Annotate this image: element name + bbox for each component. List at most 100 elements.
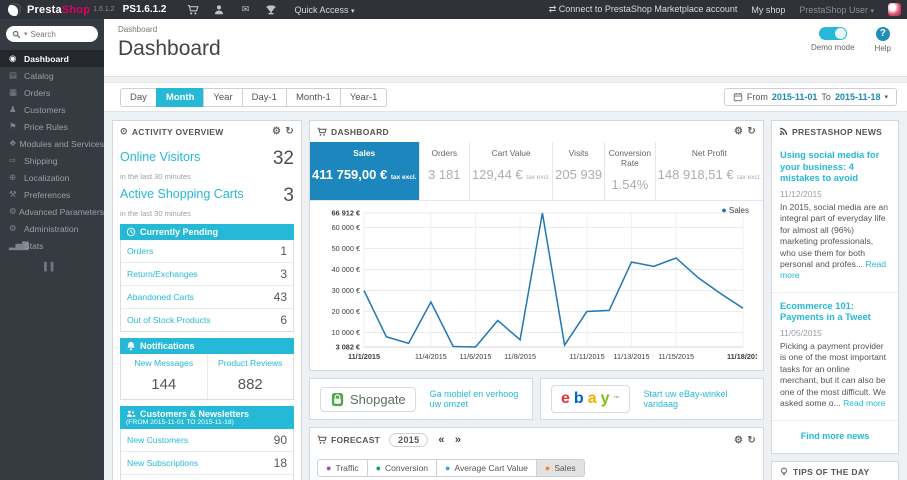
sidebar-item-orders[interactable]: ▦ Orders (0, 84, 104, 101)
sidebar: ▾ ◉Dashboard ▤Catalog ▦Orders ♟Customers… (0, 19, 104, 480)
refresh-icon[interactable]: ↻ (747, 126, 756, 137)
svg-text:11/4/2015: 11/4/2015 (415, 352, 447, 361)
active-carts-link[interactable]: Active Shopping Carts (120, 187, 244, 201)
breadcrumb[interactable]: Dashboard (118, 25, 907, 34)
marketplace-link[interactable]: ⇄ Connect to PrestaShop Marketplace acco… (549, 4, 738, 15)
new-messages-cell[interactable]: New Messages 144 (121, 354, 207, 399)
orders-icon: ▦ (9, 87, 18, 97)
forecast-tab-conversion[interactable]: ● Conversion (366, 459, 437, 477)
menu-collapse-icon[interactable]: ▌▌ (44, 262, 104, 271)
shop-name[interactable]: PS1.6.1.2 (123, 4, 167, 15)
cart-icon[interactable] (180, 4, 206, 16)
total-subscribers-row[interactable]: Total Subscribers1308 (121, 475, 293, 480)
abandoned-carts-row[interactable]: Abandoned Carts 43 (121, 286, 293, 309)
help-icon[interactable]: ? (875, 27, 890, 41)
sales-dot-icon: ● (544, 463, 551, 473)
gear-icon[interactable]: ⚙ (272, 126, 281, 137)
svg-text:66 912 €: 66 912 € (332, 209, 360, 218)
localization-icon: ⊕ (9, 172, 17, 182)
brand-text: PrestaShop (27, 3, 91, 16)
users-icon (126, 410, 136, 417)
range-day-1-button[interactable]: Day-1 (241, 87, 286, 107)
avatar[interactable] (888, 3, 901, 16)
news-article-link[interactable]: Ecommerce 101: Payments in a Tweet (780, 301, 890, 324)
range-day-button[interactable]: Day (120, 87, 156, 107)
user-menu[interactable]: PrestaShop User ▾ (799, 5, 874, 15)
next-year-button[interactable]: » (455, 434, 461, 446)
range-year-1-button[interactable]: Year-1 (339, 87, 388, 107)
toggle-switch[interactable] (818, 27, 847, 40)
shopgate-link[interactable]: Ga mobiel en verhoog uw omzet (430, 389, 522, 409)
refresh-icon[interactable]: ↻ (747, 435, 756, 446)
quick-access-menu[interactable]: Quick Access ▾ (294, 5, 354, 15)
pending-orders-row[interactable]: Orders 1 (121, 240, 293, 263)
news-article: Ecommerce 101: Payments in a Tweet 11/05… (772, 293, 898, 421)
news-article-link[interactable]: Using social media for your business: 4 … (780, 150, 890, 185)
date-range-picker[interactable]: From 2015-11-01 To 2015-11-18 ▾ (723, 88, 897, 106)
sidebar-item-price-rules[interactable]: ⚑ Price Rules (0, 118, 104, 135)
range-month-button[interactable]: Month (155, 87, 204, 107)
sidebar-item-localization[interactable]: ⊕ Localization (0, 169, 104, 186)
kpi-orders[interactable]: Orders 3 181 (420, 142, 471, 200)
ebay-banner[interactable]: e b a y ™ Start uw eBay-winkel vandaag (540, 378, 764, 420)
sidebar-item-modules[interactable]: ❖ Modules and Services (0, 135, 104, 152)
svg-text:10 000 €: 10 000 € (332, 328, 360, 337)
sidebar-item-shipping[interactable]: ⇨ Shipping (0, 152, 104, 169)
kpi-visits[interactable]: Visits 205 939 (553, 142, 606, 200)
find-more-news-link[interactable]: Find more news (772, 421, 898, 453)
pending-returns-row[interactable]: Return/Exchanges 3 (121, 263, 293, 286)
svg-text:20 000 €: 20 000 € (332, 307, 360, 316)
sidebar-item-customers[interactable]: ♟ Customers (0, 101, 104, 118)
messages-icon[interactable]: ✉ (232, 4, 258, 15)
demo-mode-toggle[interactable]: Demo mode (811, 27, 855, 53)
new-customers-row[interactable]: New Customers 90 (121, 429, 293, 452)
help-button[interactable]: ? Help (875, 27, 891, 53)
sidebar-item-administration[interactable]: ⚙ Administration (0, 220, 104, 237)
product-reviews-cell[interactable]: Product Reviews 882 (206, 354, 294, 399)
shopgate-banner[interactable]: Shopgate Ga mobiel en verhoog uw omzet (309, 378, 533, 420)
range-year-button[interactable]: Year (203, 87, 242, 107)
ebay-link[interactable]: Start uw eBay-winkel vandaag (644, 389, 754, 409)
forecast-tab-average-cart-value[interactable]: ● Average Cart Value (436, 459, 536, 477)
refresh-icon[interactable]: ↻ (285, 126, 294, 137)
out-of-stock-row[interactable]: Out of Stock Products 6 (121, 309, 293, 331)
kpi-cart-value[interactable]: Cart Value 129,44 € tax excl. (470, 142, 554, 200)
gear-icon[interactable]: ⚙ (734, 435, 743, 446)
chevron-down-icon: ▾ (870, 7, 874, 15)
forecast-tab-traffic[interactable]: ● Traffic (317, 459, 367, 477)
search-scope-caret-icon[interactable]: ▾ (24, 30, 28, 38)
stats-icon: ▂▅▇ (9, 240, 29, 250)
my-shop-link[interactable]: My shop (751, 5, 785, 15)
kpi-conversion-rate[interactable]: Conversion Rate 1.54% (605, 142, 656, 200)
online-visitors-link[interactable]: Online Visitors (120, 150, 200, 164)
range-month-1-button[interactable]: Month-1 (285, 87, 340, 107)
sidebar-item-catalog[interactable]: ▤ Catalog (0, 67, 104, 84)
sidebar-item-stats[interactable]: ▂▅▇ Stats (0, 237, 104, 254)
clock-icon (126, 227, 136, 237)
previous-year-button[interactable]: « (438, 434, 444, 446)
customer-icon[interactable] (206, 4, 232, 16)
traffic-dot-icon: ● (326, 463, 332, 473)
dashboard-panel: DASHBOARD ⚙ ↻ Sales 411 759,00 € tax excl… (309, 120, 764, 371)
prestashop-logo (8, 3, 21, 16)
administration-icon: ⚙ (9, 223, 17, 233)
legend-dot-icon: ● (721, 205, 727, 215)
gear-icon[interactable]: ⚙ (734, 126, 743, 137)
sidebar-item-dashboard[interactable]: ◉ Dashboard (0, 50, 104, 67)
new-subscriptions-row[interactable]: New Subscriptions 18 (121, 452, 293, 475)
read-more-link[interactable]: Read more (843, 398, 886, 408)
forecast-year[interactable]: 2015 (389, 433, 429, 447)
active-carts-value: 3 (283, 185, 294, 206)
trophy-icon[interactable] (258, 4, 284, 16)
kpi-sales[interactable]: Sales 411 759,00 € tax excl. (310, 142, 420, 200)
bell-icon (127, 341, 135, 351)
sidebar-item-advanced-parameters[interactable]: ⚙ Advanced Parameters (0, 203, 104, 220)
chart-legend[interactable]: ● Sales (721, 205, 749, 215)
sidebar-item-preferences[interactable]: ⚒ Preferences (0, 186, 104, 203)
kpi-net-profit[interactable]: Net Profit 148 918,51 € tax excl. (656, 142, 763, 200)
sales-line-chart: 3 082 € 10 000 € 20 000 € 30 000 € 40 000 € 5… (332, 209, 759, 362)
svg-text:11/11/2015: 11/11/2015 (569, 352, 604, 361)
search-input[interactable] (30, 29, 83, 39)
forecast-tab-sales[interactable]: ● Sales (535, 459, 585, 477)
sidebar-search[interactable]: ▾ (6, 26, 98, 42)
